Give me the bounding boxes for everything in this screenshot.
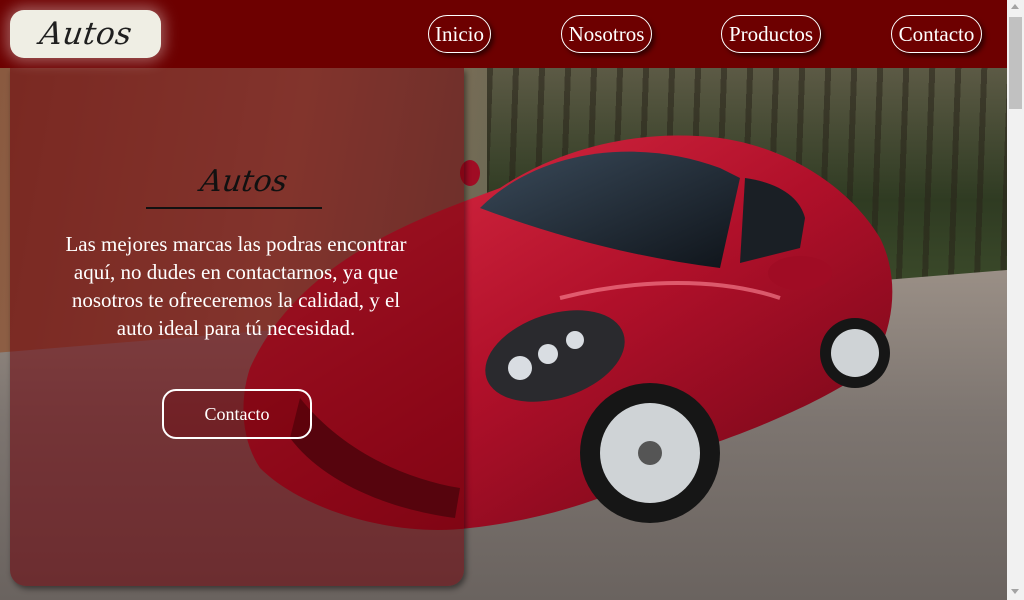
nav-inicio-button[interactable]: Inicio [428,15,491,53]
scroll-down-icon[interactable] [1011,589,1019,594]
logo[interactable]: Autos [10,10,161,58]
scroll-thumb[interactable] [1009,17,1022,109]
logo-text: Autos [37,16,134,52]
nav-nosotros-button[interactable]: Nosotros [561,15,652,53]
hero-card: Autos Las mejores marcas las podras enco… [10,68,464,586]
nav-contacto-button[interactable]: Contacto [891,15,982,53]
site-header: Autos Inicio Nosotros Productos Contacto [0,0,1007,68]
card-description: Las mejores marcas las podras encontrar … [65,232,407,340]
nav-productos-button[interactable]: Productos [721,15,821,53]
vertical-scrollbar[interactable] [1007,0,1024,600]
contact-button[interactable]: Contacto [162,389,312,439]
scroll-up-icon[interactable] [1011,4,1019,9]
card-title: Autos [198,164,290,199]
title-divider [146,207,322,209]
